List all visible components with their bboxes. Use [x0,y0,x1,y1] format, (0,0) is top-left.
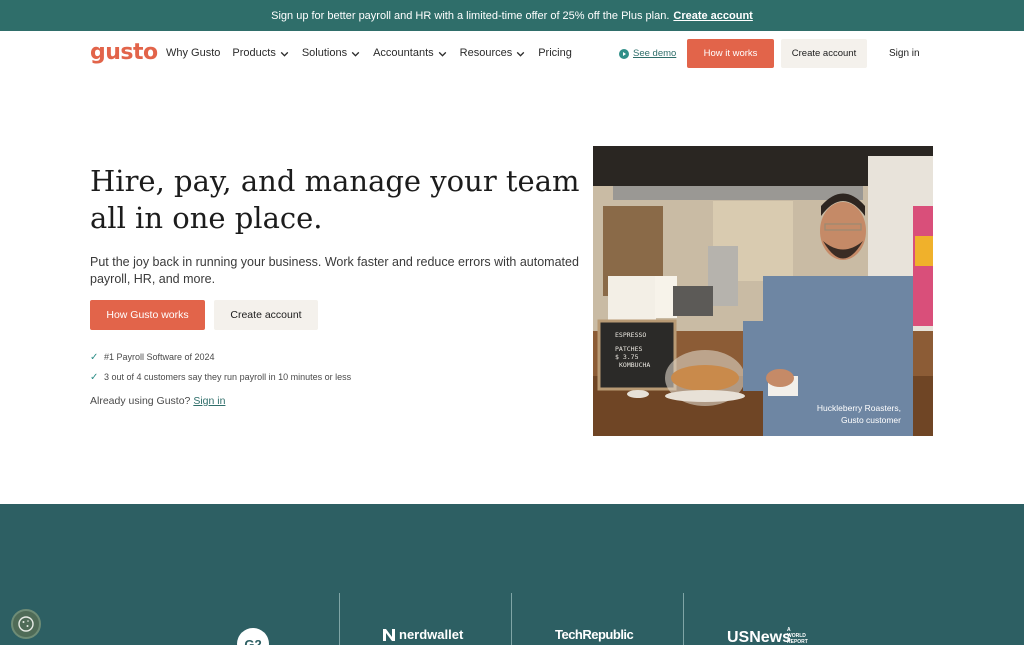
play-icon [619,48,629,59]
nerdwallet-text: nerdwallet [399,627,464,642]
check-icon: ✓ [90,371,99,383]
techrepublic-logo: TechRepublic [555,627,634,642]
check-icon: ✓ [90,351,99,363]
board-text: ESPRESSO [615,331,646,339]
caption-line: Huckleberry Roasters, [816,403,901,413]
main-nav: Why Gusto Products Solutions Accountants… [166,47,572,59]
hero-title: Hire, pay, and manage your team all in o… [90,164,580,235]
cookie-settings-button[interactable] [11,609,41,639]
nav-pricing[interactable]: Pricing [538,47,572,59]
press-section: G2 nerdwallet TechRepublic USNews A WORL… [0,504,1024,645]
already-using: Already using Gusto? Sign in [90,395,225,407]
divider [683,593,684,645]
chevron-down-icon [516,51,525,57]
promo-text: Sign up for better payroll and HR with a… [271,9,670,22]
hero-subtitle: Put the joy back in running your busines… [90,255,579,286]
check-text: #1 Payroll Software of 2024 [104,352,215,362]
nav-why-gusto[interactable]: Why Gusto [166,47,220,59]
g2-badge-icon: G2 [237,628,269,645]
gusto-logo[interactable]: gusto [90,40,158,65]
how-gusto-works-button[interactable]: How Gusto works [90,300,205,330]
board-text: PATCHES [615,345,642,353]
header-create-account-button[interactable]: Create account [781,39,867,68]
list-item: ✓ #1 Payroll Software of 2024 [90,347,351,367]
g2-text: G2 [244,637,261,645]
divider [339,593,340,645]
header-sign-in-link[interactable]: Sign in [889,48,920,59]
board-text: $ 3.75 [615,353,639,361]
hero-sign-in-link[interactable]: Sign in [193,395,225,407]
hero-checklist: ✓ #1 Payroll Software of 2024 ✓ 3 out of… [90,347,351,387]
g2-logo: G2 [236,627,270,645]
chevron-down-icon [438,51,446,57]
nav-resources[interactable]: Resources [460,47,527,59]
nav-products[interactable]: Products [232,47,289,59]
photo-caption: Huckleberry Roasters, Gusto customer [817,402,901,426]
already-text: Already using Gusto? [90,395,191,407]
nav-label: Products [232,47,276,59]
cookie-icon [18,616,34,632]
list-item: ✓ 3 out of 4 customers say they run payr… [90,367,351,387]
nav-label: Solutions [301,47,348,59]
nav-label: Why Gusto [166,47,221,59]
chevron-down-icon [280,51,289,57]
nav-label: Resources [459,47,513,59]
see-demo-link[interactable]: See demo [619,48,676,59]
caption-line: Gusto customer [841,415,901,425]
site-header: gusto Why Gusto Products Solutions Accou… [0,31,1024,77]
hero-photo: ESPRESSO PATCHES $ 3.75 KOMBUCHA Huckleb… [593,146,933,436]
cafe-photo-illustration: ESPRESSO PATCHES $ 3.75 KOMBUCHA [593,146,933,436]
nav-label: Accountants [373,47,434,59]
how-it-works-button[interactable]: How it works [687,39,774,68]
promo-banner: Sign up for better payroll and HR with a… [0,0,1024,31]
nerdwallet-logo: nerdwallet [382,627,463,642]
chevron-down-icon [351,51,360,57]
nav-label: Pricing [538,47,572,59]
nav-accountants[interactable]: Accountants [373,47,448,59]
usnews-tagline: A WORLD REPORT [787,627,808,645]
see-demo-label: See demo [633,48,677,59]
check-text: 3 out of 4 customers say they run payrol… [104,372,352,382]
create-account-button[interactable]: Create account [214,300,318,330]
nerdwallet-icon [383,628,395,641]
nav-solutions[interactable]: Solutions [302,47,361,59]
promo-create-account-link[interactable]: Create account [673,10,752,22]
usnews-text: USNews [727,629,792,645]
divider [511,593,512,645]
board-text: KOMBUCHA [619,361,650,369]
usnews-logo: USNews A WORLD REPORT [727,627,808,645]
